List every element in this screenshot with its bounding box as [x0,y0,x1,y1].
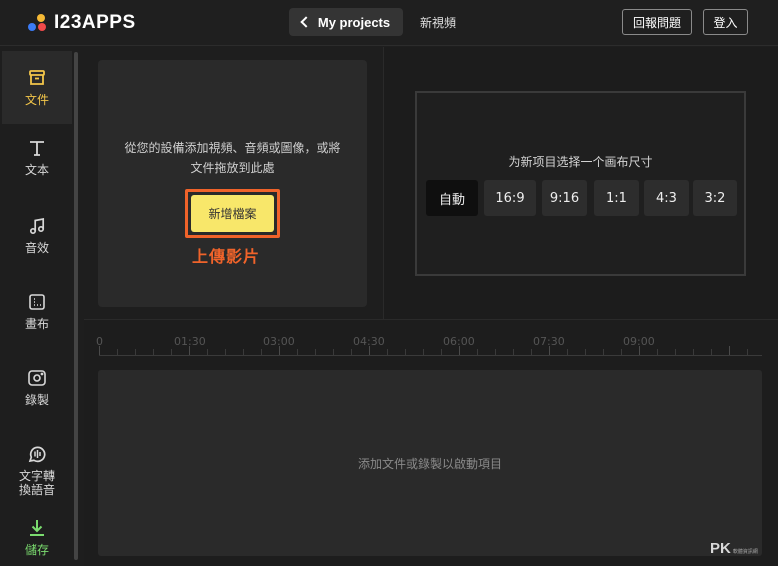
sidebar-item-label: 音效 [24,241,49,255]
ruler-tick [747,349,748,355]
camera-record-icon [26,367,48,389]
ruler-tick [405,349,406,355]
ratio-4-3-button[interactable]: 4:3 [644,180,689,216]
app-header: I23APPS My projects 新視頻 回報問題 登入 [0,0,778,46]
upload-hint: 從您的設備添加視頻、音頻或圖像，或將 文件拖放到此處 [110,138,355,178]
ruler-tick [369,346,370,355]
ruler-tick [549,346,550,355]
upload-video-annotation: 上傳影片 [192,247,261,266]
ruler-tick [243,349,244,355]
canvas-size-picker: 为新项目选择一个画布尺寸 自動 16:9 9:16 1:1 4:3 3:2 [415,91,746,276]
sidebar-scrollbar[interactable] [74,52,78,560]
app-logo[interactable]: I23APPS [28,12,136,34]
ruler-tick [621,349,622,355]
sidebar-item-label: 文件 [24,93,49,107]
logo-text: I23APPS [54,12,136,33]
watermark-logo: PK 軟體資訊網 [710,540,758,557]
ruler-tick [603,349,604,355]
sidebar-item-label: 文字轉 換語音 [18,469,55,497]
speech-wave-icon [26,443,48,465]
ruler-tick [567,349,568,355]
report-issue-button[interactable]: 回報問題 [622,9,692,35]
watermark-text: PK [710,540,731,557]
ruler-baseline [99,355,762,356]
sidebar-item-files[interactable]: 文件 [2,51,72,124]
ratio-1-1-button[interactable]: 1:1 [594,180,639,216]
ruler-tick [261,349,262,355]
sidebar-item-text[interactable]: 文本 [2,137,72,187]
sidebar-item-audio[interactable]: 音效 [2,215,72,265]
sidebar-item-label: 文本 [24,163,49,177]
ruler-tick [459,346,460,355]
ruler-tick [513,349,514,355]
project-name[interactable]: 新視頻 [420,14,456,31]
ratio-auto-button[interactable]: 自動 [426,180,478,216]
ruler-tick [531,349,532,355]
login-button[interactable]: 登入 [703,9,748,35]
sidebar-item-save[interactable]: 儲存 [2,517,72,565]
ruler-tick [171,349,172,355]
sidebar-item-text-to-speech[interactable]: 文字轉 換語音 [2,443,72,503]
music-note-icon [26,215,48,237]
sidebar-item-record[interactable]: 錄製 [2,367,72,417]
upload-hint-line1: 從您的設備添加視頻、音頻或圖像，或將 [124,141,341,155]
text-t-icon [26,137,48,159]
ruler-tick [585,349,586,355]
sidebar-item-canvas[interactable]: 畫布 [2,291,72,341]
ruler-tick [639,346,640,355]
ruler-tick [423,349,424,355]
ruler-tick [207,349,208,355]
ratio-3-2-button[interactable]: 3:2 [693,180,737,216]
upload-hint-line2: 文件拖放到此處 [190,161,275,175]
canvas-icon [26,291,48,313]
ratio-9-16-button[interactable]: 9:16 [542,180,587,216]
chevron-left-icon [300,16,312,28]
add-file-button[interactable]: 新增檔案 [191,195,274,232]
ruler-tick [153,349,154,355]
watermark-subtext: 軟體資訊網 [732,549,758,555]
ruler-tick [657,349,658,355]
ruler-tick [333,349,334,355]
canvas-size-title: 为新项目选择一个画布尺寸 [508,155,653,169]
sidebar-item-label: 錄製 [24,393,49,407]
ruler-tick [693,349,694,355]
ruler-tick [189,346,190,355]
sidebar-item-label: 儲存 [24,543,49,557]
archive-box-icon [26,67,48,89]
ruler-tick [315,349,316,355]
ruler-tick [441,349,442,355]
ruler-tick [675,349,676,355]
ruler-tick [387,349,388,355]
ratio-16-9-button[interactable]: 16:9 [484,180,536,216]
timeline-track[interactable]: 添加文件或錄製以啟動項目 [98,370,762,556]
upload-dropzone[interactable]: 從您的設備添加視頻、音頻或圖像，或將 文件拖放到此處 新增檔案 上傳影片 [98,60,367,307]
ruler-tick [495,349,496,355]
download-icon [26,517,48,539]
ruler-tick [711,349,712,355]
ruler-tick [729,346,730,355]
my-projects-button[interactable]: My projects [289,8,403,36]
sidebar-item-label: 畫布 [24,317,49,331]
ruler-tick [477,349,478,355]
track-hint: 添加文件或錄製以啟動項目 [357,457,502,471]
logo-dots-icon [28,13,48,33]
ruler-tick [297,349,298,355]
ruler-tick [117,349,118,355]
add-file-highlight: 新增檔案 [185,189,280,238]
ruler-tick [135,349,136,355]
my-projects-label: My projects [317,14,391,30]
ruler-tick [279,346,280,355]
ruler-tick [351,349,352,355]
sidebar: 文件 文本 音效 畫布 錄製 文字轉 換語音 儲存 [0,47,72,566]
ruler-tick [225,349,226,355]
ruler-tick [99,346,100,355]
